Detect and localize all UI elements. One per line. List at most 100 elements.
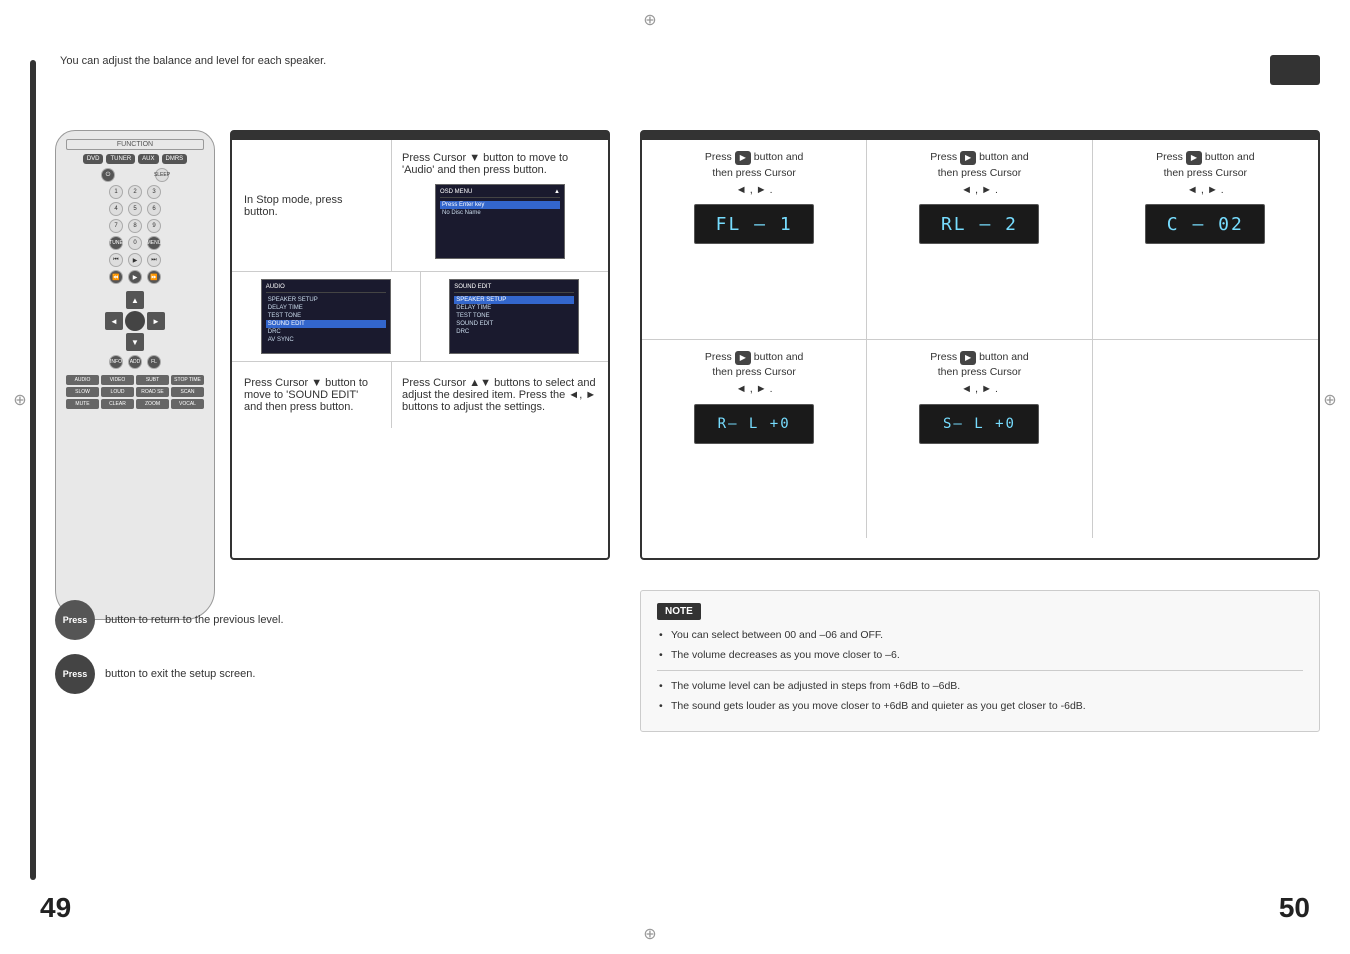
cell-rl-btn[interactable]: ▶: [960, 151, 976, 165]
step-2-right-text: Press Cursor ▲▼ buttons to select and ad…: [392, 362, 608, 428]
road-btn[interactable]: ROAD SE: [136, 387, 169, 397]
num-2[interactable]: 2: [128, 185, 142, 199]
cell-fl-btn[interactable]: ▶: [735, 151, 751, 165]
fl-button[interactable]: FL: [147, 355, 161, 369]
step-1-label: In Stop mode, pressbutton.: [244, 194, 342, 218]
num-6[interactable]: 6: [147, 202, 161, 216]
s2-i4: SOUND EDIT: [266, 320, 386, 328]
cross-marker-left: ⊕: [10, 390, 30, 410]
mute-btn[interactable]: MUTE: [66, 399, 99, 409]
prev-button[interactable]: ⏮: [109, 253, 123, 267]
step-2-label: Press Cursor ▼ button to move to 'SOUND …: [244, 377, 379, 413]
slow-btn[interactable]: SLOW: [66, 387, 99, 397]
num-8[interactable]: 8: [128, 219, 142, 233]
s3-i2: DELAY TIME: [454, 304, 574, 312]
num-row-1: 1 2 3: [66, 185, 204, 199]
top-description: You can adjust the balance and level for…: [60, 55, 326, 67]
s2-i6: AV SYNC: [266, 336, 386, 344]
dmr-button[interactable]: DMRS: [162, 154, 188, 164]
num-7[interactable]: 7: [109, 219, 123, 233]
step-1-right: Press Cursor ▼ button to move to 'Audio'…: [392, 140, 608, 271]
cross-marker-right: ⊕: [1320, 390, 1340, 410]
zoom-btn[interactable]: ZOOM: [136, 399, 169, 409]
aux-button[interactable]: AUX: [138, 154, 158, 164]
right-corner-box: [1270, 55, 1320, 85]
fwd-button[interactable]: ⏩: [147, 270, 161, 284]
audio-btn[interactable]: AUDIO: [66, 375, 99, 385]
page-number-right: 50: [1279, 892, 1310, 924]
s2-i1: SPEAKER SETUP: [266, 296, 386, 304]
stop-time-btn[interactable]: STOP TIME: [171, 375, 204, 385]
press-row-2: Press button to exit the setup screen.: [55, 654, 635, 694]
play-button[interactable]: ▶: [128, 253, 142, 267]
power-sleep-row: ⏻ SLEEP: [66, 168, 204, 182]
note-separator: [657, 670, 1303, 671]
num-9[interactable]: 9: [147, 219, 161, 233]
cell-empty: [1093, 340, 1318, 539]
cell-c: Press ▶ button andthen press Cursor◄ , ►…: [1093, 140, 1318, 340]
sleep-button[interactable]: SLEEP: [155, 168, 169, 182]
play2-button[interactable]: ▶: [128, 270, 142, 284]
power-button[interactable]: ⏻: [101, 168, 115, 182]
loud-btn[interactable]: LOUD: [101, 387, 134, 397]
cursor-left-button[interactable]: ◄: [105, 312, 123, 330]
num-1[interactable]: 1: [109, 185, 123, 199]
cursor-right-button[interactable]: ►: [147, 312, 165, 330]
next-button[interactable]: ⏭: [147, 253, 161, 267]
dvd-button[interactable]: DVD: [83, 154, 104, 164]
dpad: ▲ ▼ ◄ ►: [105, 291, 165, 351]
sub-btn[interactable]: SUBT: [136, 375, 169, 385]
num-0[interactable]: 0: [128, 236, 142, 250]
cross-marker-top: ⊕: [640, 10, 660, 30]
cell-s-l-display: S– L +0: [919, 404, 1039, 444]
add-button[interactable]: ADD: [128, 355, 142, 369]
s2-i2: DELAY TIME: [266, 304, 386, 312]
tune-button[interactable]: TUNE: [109, 236, 123, 250]
rew-button[interactable]: ⏪: [109, 270, 123, 284]
remote-function-label: FUNCTION: [66, 139, 204, 150]
num-3[interactable]: 3: [147, 185, 161, 199]
press-exit-label: Press: [63, 669, 88, 679]
cell-rl2-btn[interactable]: ▶: [735, 351, 751, 365]
cursor-down-button[interactable]: ▼: [126, 333, 144, 351]
cursor-up-button[interactable]: ▲: [126, 291, 144, 309]
s3-i1: SPEAKER SETUP: [454, 296, 574, 304]
page-number-left: 49: [40, 892, 71, 924]
step-2-left-text: Press Cursor ▼ button to move to 'SOUND …: [232, 362, 392, 428]
enter-button[interactable]: [125, 311, 145, 331]
step-1-right-text: Press Cursor ▼ button to move to 'Audio'…: [402, 152, 598, 176]
cell-rl-display: RL – 2: [919, 204, 1039, 244]
note-item-4: The sound gets louder as you move closer…: [657, 699, 1303, 714]
press-return-button[interactable]: Press: [55, 600, 95, 640]
info-return-row: INFO ADD FL: [66, 355, 204, 369]
clear-btn[interactable]: CLEAR: [101, 399, 134, 409]
instruction-box-right: Press ▶ button andthen press Cursor◄ , ►…: [640, 130, 1320, 560]
cell-rl: Press ▶ button andthen press Cursor◄ , ►…: [867, 140, 1092, 340]
num-5[interactable]: 5: [128, 202, 142, 216]
cell-r-l-display: R– L +0: [694, 404, 814, 444]
instruction-box-left: In Stop mode, pressbutton. Press Cursor …: [230, 130, 610, 560]
screen-3: SOUND EDIT SPEAKER SETUP DELAY TIME TEST…: [449, 279, 579, 354]
bottom-grid: AUDIO VIDEO SUBT STOP TIME SLOW LOUD ROA…: [66, 375, 204, 409]
cell-c-display: C – 02: [1145, 204, 1265, 244]
video-btn[interactable]: VIDEO: [101, 375, 134, 385]
instruction-box-right-title: [642, 132, 1318, 140]
menu-button[interactable]: MENU: [147, 236, 161, 250]
screen-1: OSD MENU ▲ Press Enter key No Disc Name: [435, 184, 565, 259]
cell-c-btn[interactable]: ▶: [1186, 151, 1202, 165]
tuner-button[interactable]: TUNER: [106, 154, 135, 164]
press-row-1: Press button to return to the previous l…: [55, 600, 635, 640]
num-4[interactable]: 4: [109, 202, 123, 216]
vocal-btn[interactable]: VOCAL: [171, 399, 204, 409]
step-row-2: Press Cursor ▼ button to move to 'SOUND …: [232, 362, 608, 428]
cell-s-l: Press ▶ button andthen press Cursor◄ , ►…: [867, 340, 1092, 539]
step-screens-row: AUDIO SPEAKER SETUP DELAY TIME TEST TONE…: [232, 272, 608, 362]
cell-fl: Press ▶ button andthen press Cursor◄ , ►…: [642, 140, 867, 340]
press-exit-button[interactable]: Press: [55, 654, 95, 694]
note-item-1: You can select between 00 and –06 and OF…: [657, 628, 1303, 643]
info-button[interactable]: INFO: [109, 355, 123, 369]
s2-i3: TEST TONE: [266, 312, 386, 320]
cell-sl-btn[interactable]: ▶: [960, 351, 976, 365]
speaker-grid: Press ▶ button andthen press Cursor◄ , ►…: [642, 140, 1318, 538]
scan-btn[interactable]: SCAN: [171, 387, 204, 397]
